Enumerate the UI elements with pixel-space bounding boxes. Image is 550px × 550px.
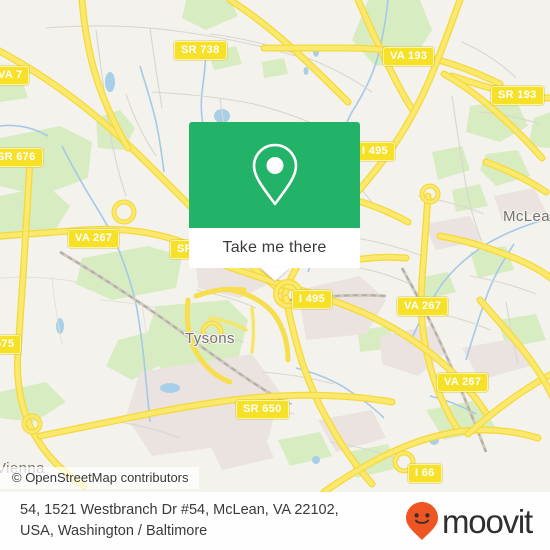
map-viewport[interactable]: .land{fill:#f4f2ec;} .park{fill:#cfe6b6;…	[0, 0, 550, 492]
footer-bar: 54, 1521 Westbranch Dr #54, McLean, VA 2…	[0, 492, 550, 550]
moovit-wordmark: moovit	[442, 502, 533, 540]
road-shield-va-7: VA 7	[0, 66, 30, 85]
callout-action[interactable]: Take me there	[189, 228, 360, 268]
callout-tail-pointer	[260, 268, 289, 281]
take-me-there-label: Take me there	[222, 239, 327, 256]
moovit-smiley-pin-icon	[406, 502, 438, 540]
road-shield-sr-738: SR 738	[174, 41, 227, 60]
place-label-tysons: Tysons	[185, 330, 235, 347]
road-shield-sr-193: SR 193	[491, 86, 544, 105]
road-shield-sr-675: 675	[0, 335, 22, 354]
map-screenshot: .land{fill:#f4f2ec;} .park{fill:#cfe6b6;…	[0, 0, 550, 550]
address-line-2: USA, Washington / Baltimore	[20, 523, 208, 539]
road-shield-i-495-north: I 495	[355, 142, 395, 161]
destination-callout[interactable]: Take me there	[189, 122, 360, 281]
road-shield-va-193: VA 193	[383, 47, 435, 66]
road-shield-i-495-mid: I 495	[292, 290, 332, 309]
road-shield-va-267-east: VA 267	[437, 373, 489, 392]
road-shield-i-66: I 66	[408, 464, 442, 483]
callout-header	[189, 122, 360, 228]
road-shield-sr-650: SR 650	[236, 400, 289, 419]
address-line-1: 54, 1521 Westbranch Dr #54, McLean, VA 2…	[20, 502, 339, 518]
address-text: 54, 1521 Westbranch Dr #54, McLean, VA 2…	[20, 500, 339, 542]
place-label-mclean: McLean	[503, 208, 550, 225]
osm-attribution[interactable]: © OpenStreetMap contributors	[0, 467, 199, 489]
road-shield-va-267-mid: VA 267	[397, 297, 449, 316]
moovit-logo[interactable]: moovit	[405, 501, 533, 541]
map-pin-icon	[252, 143, 297, 206]
road-shield-sr-676: SR 676	[0, 148, 43, 167]
road-shield-va-267-west: VA 267	[68, 229, 120, 248]
